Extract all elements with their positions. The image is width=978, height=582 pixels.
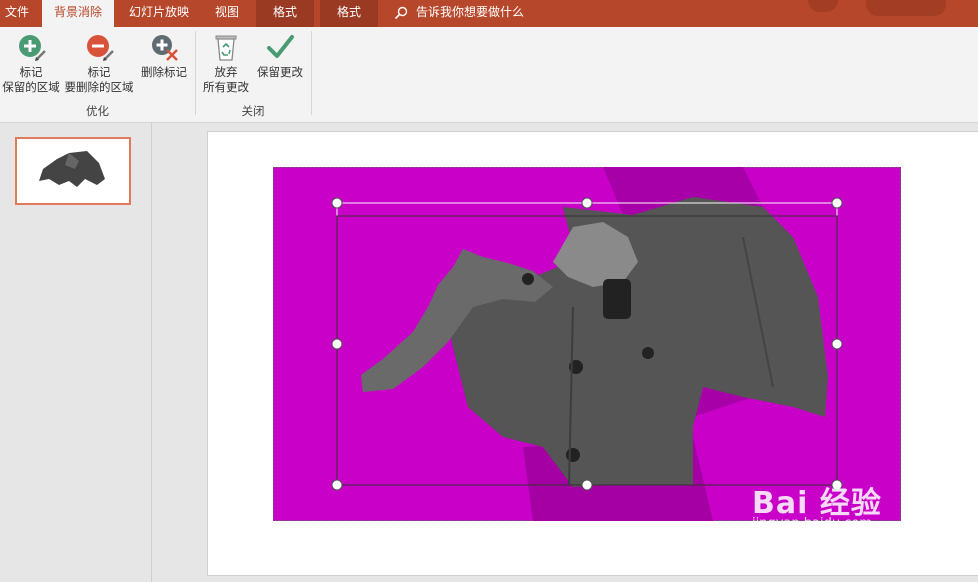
group-separator — [311, 31, 312, 115]
mark-remove-label-2: 要删除的区域 — [64, 80, 134, 94]
kept-region-watch — [603, 279, 631, 319]
photo-removal-preview[interactable] — [273, 167, 901, 521]
minus-circle-pencil-icon — [87, 35, 114, 61]
tab-format-1[interactable]: 格式 — [256, 0, 314, 27]
discard-changes-button[interactable]: 放弃 所有更改 — [198, 31, 254, 95]
resize-handle-top-right[interactable] — [831, 197, 843, 209]
group-label-close: 关闭 — [241, 104, 265, 118]
tab-background-removal[interactable]: 背景消除 — [42, 0, 114, 28]
mark-keep-label-1: 标记 — [19, 65, 43, 79]
slide-thumbnail-pane — [0, 123, 152, 582]
discard-label-2: 所有更改 — [203, 80, 249, 94]
search-icon — [394, 6, 408, 20]
tab-view[interactable]: 视图 — [204, 0, 250, 27]
jacket-button — [566, 448, 580, 462]
mark-remove-button[interactable]: 标记 要删除的区域 — [62, 31, 136, 95]
jacket-button — [522, 273, 534, 285]
resize-handle-right[interactable] — [831, 338, 843, 350]
mark-remove-label-1: 标记 — [87, 65, 111, 79]
baidu-watermark: Bai 经验 jingyan.baidu.com — [752, 478, 882, 531]
mark-keep-button[interactable]: 标记 保留的区域 — [0, 31, 62, 95]
thumbnail-image — [39, 151, 105, 187]
plus-circle-pencil-icon — [19, 35, 46, 61]
tab-slideshow[interactable]: 幻灯片放映 — [120, 0, 198, 27]
delete-mark-icon — [152, 35, 178, 61]
watermark-url: jingyan.baidu.com — [752, 516, 872, 531]
resize-handle-left[interactable] — [331, 338, 343, 350]
keep-changes-button[interactable]: 保留更改 — [252, 31, 308, 80]
tab-format-2[interactable]: 格式 — [320, 0, 378, 27]
title-decoration — [866, 0, 946, 16]
resize-handle-top-left[interactable] — [331, 197, 343, 209]
delete-mark-button[interactable]: 删除标记 — [136, 31, 192, 80]
ribbon: 标记 保留的区域 标记 要删除的区域 删除标记 放弃 所有更改 保留更改 优化 … — [0, 27, 978, 123]
title-decoration — [808, 0, 838, 12]
resize-handle-top[interactable] — [581, 197, 593, 209]
jacket-button — [642, 347, 654, 359]
resize-handle-bottom[interactable] — [581, 479, 593, 491]
keep-changes-label: 保留更改 — [257, 65, 303, 79]
mark-keep-label-2: 保留的区域 — [2, 80, 60, 94]
delete-mark-label: 删除标记 — [141, 65, 187, 79]
tell-me-box[interactable]: 告诉我你想要做什么 — [394, 0, 524, 27]
group-label-refine: 优化 — [86, 104, 109, 118]
resize-handle-bottom-left[interactable] — [331, 479, 343, 491]
tell-me-text: 告诉我你想要做什么 — [416, 5, 525, 19]
tab-file[interactable]: 文件 — [0, 0, 34, 27]
recycle-bin-icon — [215, 35, 237, 61]
ribbon-tab-bar: 文件 背景消除 幻灯片放映 视图 格式 格式 告诉我你想要做什么 — [0, 0, 978, 28]
discard-label-1: 放弃 — [214, 65, 238, 79]
slide-thumbnail-1[interactable] — [15, 137, 131, 205]
checkmark-icon — [267, 35, 294, 58]
